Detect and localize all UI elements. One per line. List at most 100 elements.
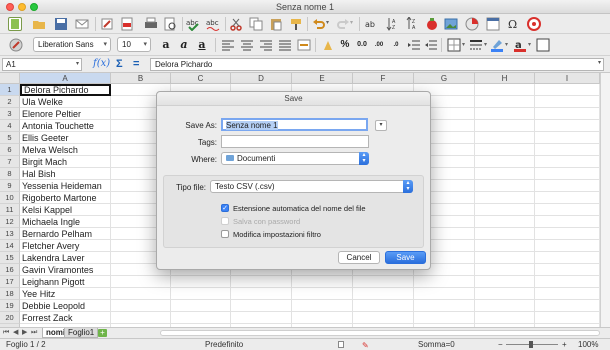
table-cell[interactable] [414,312,475,324]
font-color-icon[interactable]: a [513,38,527,52]
table-cell[interactable] [475,264,535,276]
cut-icon[interactable] [229,17,243,31]
expand-formula-icon[interactable]: ▾ [598,59,601,66]
special-character-icon[interactable]: Ω [506,17,520,31]
table-cell[interactable] [231,312,292,324]
name-box[interactable]: A1 ▾ [2,58,82,71]
sort-icon[interactable]: AZ [385,17,399,31]
table-cell[interactable] [475,156,535,168]
table-cell-name[interactable]: Michaela Ingle [20,216,111,228]
select-all-corner[interactable] [0,73,20,84]
column-header[interactable]: F [353,73,414,84]
align-right-icon[interactable] [259,38,273,52]
increase-indent-icon[interactable] [407,38,421,52]
chart-icon[interactable] [465,17,479,31]
help-icon[interactable] [527,17,541,31]
align-left-icon[interactable] [221,38,235,52]
table-cell[interactable] [535,192,600,204]
delete-decimal-icon[interactable]: .0 [389,38,403,52]
redo-icon[interactable] [336,17,350,31]
table-cell[interactable] [535,240,600,252]
email-icon[interactable] [75,17,89,31]
table-cell-name[interactable]: Delora Pichardo [20,84,111,96]
first-sheet-icon[interactable]: ⏮ [3,328,9,338]
previous-sheet-icon[interactable]: ◀ [13,328,18,338]
table-cell-name[interactable]: Rigoberto Martone [20,192,111,204]
table-cell[interactable] [292,288,353,300]
bold-icon[interactable]: a [159,38,173,52]
formula-icon[interactable]: = [133,57,139,71]
row-header[interactable]: 1 [0,84,20,96]
table-cell[interactable] [171,312,231,324]
last-sheet-icon[interactable]: ⏭ [31,328,37,338]
table-cell[interactable] [475,108,535,120]
row-header[interactable]: 6 [0,144,20,156]
table-cell-name[interactable]: Antonia Touchette [20,120,111,132]
table-cell[interactable] [535,204,600,216]
borders-icon[interactable] [447,38,461,52]
column-header[interactable]: G [414,73,475,84]
row-header[interactable]: 11 [0,204,20,216]
column-header[interactable]: D [231,73,292,84]
row-header[interactable]: 2 [0,96,20,108]
table-cell[interactable] [535,288,600,300]
zoom-window-button[interactable] [30,3,38,11]
expand-dialog-button[interactable]: ▾ [375,120,387,131]
paste-icon[interactable] [269,17,283,31]
table-cell[interactable] [535,144,600,156]
row-header[interactable]: 7 [0,156,20,168]
table-cell-name[interactable]: Melva Welsch [20,144,111,156]
table-cell[interactable] [292,300,353,312]
column-header[interactable]: I [535,73,600,84]
row-header[interactable]: 14 [0,240,20,252]
where-select[interactable]: Documenti ▴ ▾ [221,152,369,165]
table-cell[interactable] [231,300,292,312]
table-cell[interactable] [535,96,600,108]
table-cell-name[interactable]: Gavin Viramontes [20,264,111,276]
password-checkbox[interactable] [221,217,229,225]
table-cell-name[interactable]: Birgit Mach [20,156,111,168]
table-cell[interactable] [292,276,353,288]
table-cell[interactable] [231,288,292,300]
table-cell-name[interactable]: Hal Bish [20,168,111,180]
row-header[interactable]: 16 [0,264,20,276]
table-cell[interactable] [475,240,535,252]
styles-icon[interactable] [9,38,23,52]
table-cell[interactable] [414,276,475,288]
table-cell[interactable] [475,216,535,228]
merge-cells-icon[interactable] [297,38,311,52]
spellcheck-icon[interactable]: abc [186,17,200,32]
border-color-dropdown-icon[interactable]: ▾ [505,41,508,48]
table-cell[interactable] [475,228,535,240]
row-header[interactable]: 9 [0,180,20,192]
vertical-scrollbar[interactable] [600,73,610,331]
table-cell[interactable] [535,300,600,312]
tags-field[interactable] [221,135,369,148]
table-cell[interactable] [111,276,171,288]
redo-dropdown-icon[interactable]: ▾ [350,19,353,26]
autofilter-icon[interactable] [425,17,439,31]
table-cell-name[interactable]: Forrest Zack [20,312,111,324]
decrease-indent-icon[interactable] [424,38,438,52]
table-cell[interactable] [353,288,414,300]
sort-descending-icon[interactable]: ZA [405,16,419,31]
table-cell[interactable] [353,276,414,288]
table-cell[interactable] [535,108,600,120]
table-cell[interactable] [171,300,231,312]
table-cell[interactable] [475,192,535,204]
add-decimal-icon[interactable]: .00 [372,38,386,52]
table-cell[interactable] [475,276,535,288]
cancel-button[interactable]: Cancel [338,251,380,264]
row-header[interactable]: 10 [0,192,20,204]
row-header[interactable]: 12 [0,216,20,228]
table-cell[interactable] [535,180,600,192]
table-cell[interactable] [475,132,535,144]
save-button[interactable]: Save [385,251,426,264]
sheet-tab-foglio1[interactable]: Foglio1 [64,328,99,338]
table-cell[interactable] [535,132,600,144]
row-header[interactable]: 19 [0,300,20,312]
table-cell[interactable] [535,168,600,180]
background-color-icon[interactable] [536,38,550,52]
table-cell-name[interactable]: Ellis Geeter [20,132,111,144]
number-format-icon[interactable]: 0.0 [355,38,369,52]
